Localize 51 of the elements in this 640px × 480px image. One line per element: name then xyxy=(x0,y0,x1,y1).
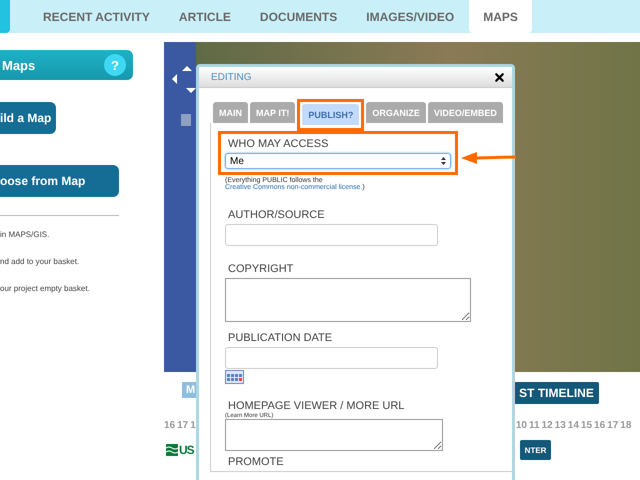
help-button[interactable]: ? xyxy=(104,54,126,76)
page-link[interactable]: 1 xyxy=(190,420,196,430)
date-field[interactable] xyxy=(225,347,438,369)
text-area[interactable] xyxy=(225,419,443,451)
field-label: PROMOTE xyxy=(228,456,285,468)
nav-tab[interactable]: DOCUMENTS xyxy=(246,0,352,33)
page-link[interactable]: 14 xyxy=(568,420,579,430)
field-label: HOMEPAGE VIEWER / MORE URL xyxy=(228,400,406,412)
page-link[interactable]: 13 xyxy=(554,420,566,430)
dialog-title: EDITING xyxy=(211,72,252,82)
help-text: nd add to your basket. xyxy=(0,257,80,266)
field-label: COPYRIGHT xyxy=(228,263,294,275)
help-text: our project empty basket. xyxy=(0,284,91,293)
center-button[interactable]: NTER xyxy=(520,440,552,460)
page-link[interactable]: 12 xyxy=(542,420,553,430)
access-select[interactable]: Me xyxy=(225,153,451,169)
dialog-tab[interactable]: PUBLISH? xyxy=(302,104,360,125)
sidebar-button[interactable]: ild a Map xyxy=(0,102,56,134)
calendar-icon[interactable] xyxy=(225,370,244,384)
field-label: WHO MAY ACCESS xyxy=(228,138,330,150)
dialog-tab[interactable]: MAIN xyxy=(213,102,248,123)
field-label: PUBLICATION DATE xyxy=(228,332,334,344)
text-area[interactable] xyxy=(225,278,471,322)
field-label: AUTHOR/SOURCE xyxy=(228,209,326,221)
arrow xyxy=(461,151,517,165)
select-arrows-icon xyxy=(441,157,446,165)
nav-tab-edge xyxy=(0,0,10,33)
page-link[interactable]: 17 xyxy=(607,420,618,430)
nav-tab[interactable]: ARTICLE xyxy=(164,0,245,33)
pan-left-icon[interactable] xyxy=(172,74,177,84)
nav-tab[interactable]: RECENT ACTIVITY xyxy=(29,0,164,33)
page-link[interactable]: 10 xyxy=(516,420,527,430)
page-link[interactable]: 16 xyxy=(594,420,606,430)
help-text: in MAPS/GIS. xyxy=(0,230,50,239)
nav-tab[interactable]: IMAGES/VIDEO xyxy=(352,0,468,33)
text-field[interactable] xyxy=(225,224,438,246)
timeline-button[interactable]: ST TIMELINE xyxy=(514,382,599,404)
dialog-tab[interactable]: MAP IT! xyxy=(250,102,296,123)
logo-text: US xyxy=(179,443,194,457)
sidebar-button[interactable]: oose from Map xyxy=(0,165,119,197)
page-link[interactable]: 17 xyxy=(177,420,188,430)
nav-tab[interactable]: MAPS xyxy=(469,0,532,33)
page-link[interactable]: 16 xyxy=(164,420,176,430)
dialog-tab[interactable]: VIDEO/EMBED xyxy=(428,102,503,123)
section-title: Maps xyxy=(1,58,36,72)
page-link[interactable]: 15 xyxy=(580,420,592,430)
logo-icon xyxy=(166,444,178,456)
close-button[interactable] xyxy=(493,70,506,84)
page-link[interactable]: 18 xyxy=(620,420,632,430)
page-link[interactable]: 11 xyxy=(528,420,540,430)
dialog-tab[interactable]: ORGANIZE xyxy=(366,102,426,123)
